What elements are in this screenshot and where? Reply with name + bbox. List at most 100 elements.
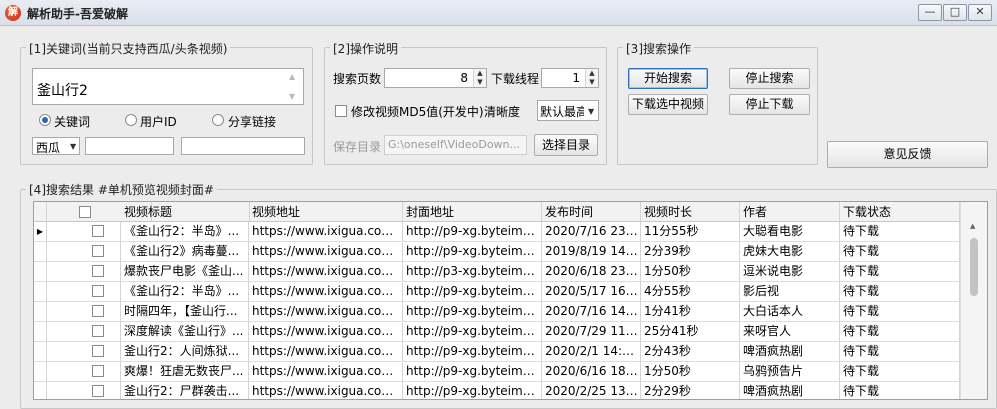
cell-download-status: 待下载 [839,302,960,321]
cell-duration: 25分41秒 [640,322,740,341]
row-select-checkbox[interactable] [92,265,104,277]
row-indicator [34,362,47,381]
header-video-url[interactable]: 视频地址 [248,202,403,221]
cell-author: 逗米说电影 [739,262,840,281]
row-checkbox-cell[interactable] [47,362,121,381]
header-author[interactable]: 作者 [739,202,840,221]
table-row[interactable]: 深度解读《釜山行》... https://www.ixigua.com/... ht… [34,322,960,342]
scroll-thumb[interactable] [970,238,978,296]
clarity-label: 清晰度 [484,105,521,119]
row-checkbox-cell[interactable] [47,262,121,281]
select-all-checkbox[interactable] [79,206,91,218]
cell-publish-time: 2020/7/16 14:... [541,302,641,321]
row-select-checkbox[interactable] [92,305,104,317]
row-select-checkbox[interactable] [92,285,104,297]
cell-download-status: 待下载 [839,382,960,399]
radio-share-link[interactable] [212,114,224,126]
row-select-checkbox[interactable] [92,225,104,237]
close-button[interactable]: ✕ [968,4,992,21]
clarity-select[interactable]: 默认最高 ▼ [537,100,599,121]
row-checkbox-cell[interactable] [47,222,121,241]
threads-label: 下载线程 [491,72,540,86]
table-row[interactable]: 时隔四年，【釜山行... https://www.ixigua.com/... ht… [34,302,960,322]
table-row[interactable]: ▶ 《釜山行2：半岛》... https://www.ixigua.com/... h… [34,222,960,242]
cell-video-url: https://www.ixigua.com/... [248,302,403,321]
cell-publish-time: 2020/6/18 23:... [541,262,641,281]
cell-title: 《釜山行2》病毒蔓... [120,242,249,261]
row-select-checkbox[interactable] [92,245,104,257]
maximize-button[interactable]: □ [943,4,967,21]
keyword-input[interactable]: 釜山行2 ▲ ▼ [32,68,304,105]
cell-duration: 1分50秒 [640,362,740,381]
row-checkbox-cell[interactable] [47,242,121,261]
row-checkbox-cell[interactable] [47,322,121,341]
radio-keyword[interactable] [39,114,51,126]
cell-duration: 2分43秒 [640,342,740,361]
cell-video-url: https://www.ixigua.com/... [248,262,403,281]
cell-publish-time: 2020/5/17 16:... [541,282,641,301]
threads-stepper[interactable]: 1 ▲ ▼ [541,68,599,88]
row-select-checkbox[interactable] [92,345,104,357]
scroll-down-icon[interactable]: ▼ [289,92,295,101]
stop-search-button[interactable]: 停止搜索 [729,68,810,89]
table-row[interactable]: 爽爆！狂虐无数丧尸... https://www.ixigua.com/... ht… [34,362,960,382]
row-indicator [34,322,47,341]
radio-keyword-label: 关键词 [54,115,91,129]
table-row[interactable]: 釜山行2：尸群袭击... https://www.ixigua.com/... ht… [34,382,960,399]
results-table[interactable]: 视频标题 视频地址 封面地址 发布时间 视频时长 作者 下载状态 ▶ 《釜山行2：… [33,201,988,400]
cell-cover-url: http://p9-xg.byteimg.c... [402,322,542,341]
header-cover-url[interactable]: 封面地址 [402,202,542,221]
clarity-select-value: 默认最高 [540,105,584,119]
cell-publish-time: 2020/6/16 18:... [541,362,641,381]
row-select-checkbox[interactable] [92,385,104,397]
source-select[interactable]: 西瓜 ▼ [32,137,80,155]
cell-author: 啤酒疯热剧 [739,382,840,399]
feedback-button[interactable]: 意见反馈 [827,141,988,168]
md5-label: 修改视频MD5值(开发中) [351,105,484,119]
table-row[interactable]: 爆款丧尸电影《釜山... https://www.ixigua.com/... ht… [34,262,960,282]
row-checkbox-cell[interactable] [47,302,121,321]
row-checkbox-cell[interactable] [47,282,121,301]
row-select-checkbox[interactable] [92,325,104,337]
header-duration[interactable]: 视频时长 [640,202,740,221]
source-extra-field-1[interactable] [85,137,174,155]
table-row[interactable]: 《釜山行2：半岛》... https://www.ixigua.com/... ht… [34,282,960,302]
table-row[interactable]: 《釜山行2》病毒蔓... https://www.ixigua.com/... ht… [34,242,960,262]
header-download-status[interactable]: 下载状态 [839,202,960,221]
chevron-down-icon[interactable]: ▼ [70,142,76,151]
radio-user-id-label: 用户ID [140,115,177,129]
start-search-button[interactable]: 开始搜索 [628,68,708,89]
choose-dir-button[interactable]: 选择目录 [534,134,598,156]
scroll-up-arrow-icon[interactable]: ▲ [970,222,975,230]
row-checkbox-cell[interactable] [47,342,121,361]
save-dir-field[interactable]: G:\oneself\VideoDown... [384,135,527,155]
cell-video-url: https://www.ixigua.com/... [248,362,403,381]
cell-download-status: 待下载 [839,282,960,301]
cell-title: 爽爆！狂虐无数丧尸... [120,362,249,381]
cell-author: 大白话本人 [739,302,840,321]
row-indicator [34,302,47,321]
pages-stepper[interactable]: 8 ▲ ▼ [384,68,487,88]
cell-author: 来呀官人 [739,322,840,341]
threads-value: 1 [572,71,580,85]
cell-duration: 2分29秒 [640,382,740,399]
cell-download-status: 待下载 [839,342,960,361]
row-select-checkbox[interactable] [92,365,104,377]
cell-cover-url: http://p9-xg.byteimg.c... [402,302,542,321]
md5-checkbox[interactable] [335,105,347,117]
threads-spin-icon[interactable]: ▲ ▼ [585,69,598,87]
table-row[interactable]: 釜山行2：人间炼狱... https://www.ixigua.com/... ht… [34,342,960,362]
chevron-down-icon[interactable]: ▼ [588,107,594,116]
scroll-up-icon[interactable]: ▲ [289,72,295,81]
cell-duration: 4分55秒 [640,282,740,301]
vertical-scrollbar[interactable]: ▲ [960,202,987,399]
download-selected-button[interactable]: 下载选中视频 [628,94,708,115]
pages-spin-icon[interactable]: ▲ ▼ [473,69,486,87]
stop-download-button[interactable]: 停止下载 [729,94,810,115]
radio-user-id[interactable] [125,114,137,126]
header-publish-time[interactable]: 发布时间 [541,202,641,221]
row-checkbox-cell[interactable] [47,382,121,399]
header-title[interactable]: 视频标题 [120,202,250,221]
minimize-button[interactable]: — [918,4,942,21]
source-extra-field-2[interactable] [181,137,305,155]
